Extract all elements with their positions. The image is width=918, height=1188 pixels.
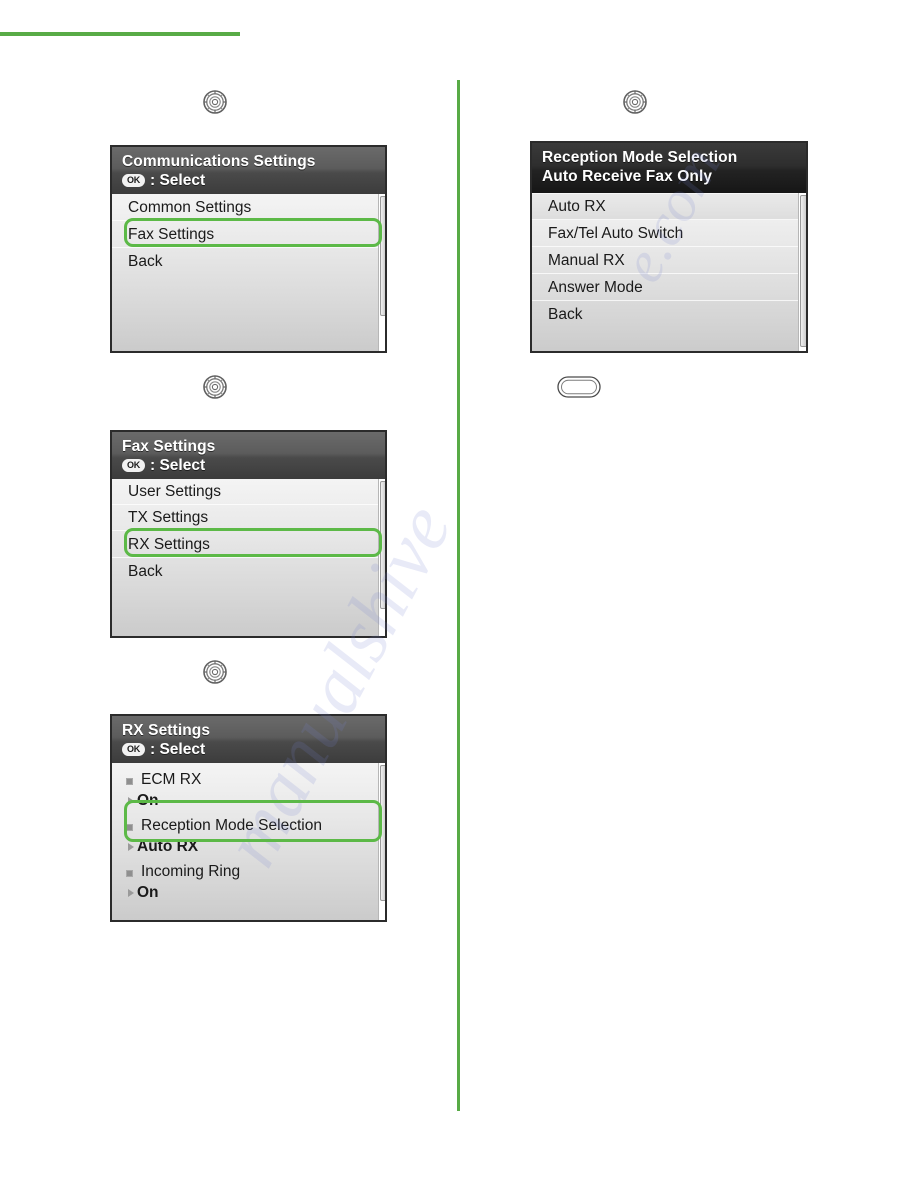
ok-key-icon: OK	[122, 174, 145, 187]
scroll-wheel-ok-icon	[623, 90, 647, 114]
scrollbar-thumb[interactable]	[380, 765, 385, 901]
lcd-header: Communications Settings OK : Select	[112, 147, 385, 194]
lcd-list: Common Settings Fax Settings Back Done	[112, 194, 385, 351]
lcd-header: Reception Mode Selection Auto Receive Fa…	[532, 143, 806, 193]
setting-item-value: On	[137, 792, 159, 809]
triangle-bullet-icon	[128, 797, 134, 805]
column-divider-rule	[457, 80, 460, 1111]
list-item[interactable]: RX Settings	[112, 531, 385, 558]
lcd-list: User Settings TX Settings RX Settings Ba…	[112, 479, 385, 636]
scrollbar-track[interactable]	[798, 193, 806, 351]
lcd-subtitle: Auto Receive Fax Only	[542, 168, 713, 185]
setting-item-value-row: On	[126, 883, 385, 903]
list-item-label: Back	[548, 305, 583, 323]
lcd-hint-label: : Select	[150, 172, 206, 189]
list-item-label: Fax/Tel Auto Switch	[548, 224, 684, 242]
list-item-label: User Settings	[128, 483, 222, 500]
list-item[interactable]: Manual RX	[532, 247, 806, 274]
list-item[interactable]: TX Settings	[112, 505, 385, 531]
setting-item-name: ECM RX	[141, 771, 202, 788]
list-item-label: Auto RX	[548, 197, 606, 215]
list-item-label: Common Settings	[128, 198, 252, 216]
scrollbar-track[interactable]	[378, 479, 385, 636]
list-item-label: TX Settings	[128, 509, 209, 526]
list-item-label: Manual RX	[548, 251, 625, 269]
scrollbar-thumb[interactable]	[380, 196, 385, 316]
lcd-title: Fax Settings	[122, 438, 216, 455]
lcd-list: ECM RX On Reception Mode Selection Auto …	[112, 763, 385, 920]
setting-item-value-row: Auto RX	[126, 837, 385, 857]
lcd-hint: OK : Select	[122, 171, 385, 190]
list-item-label: Back	[128, 252, 163, 270]
setting-item-name: Incoming Ring	[141, 863, 241, 880]
triangle-bullet-icon	[128, 843, 134, 851]
lcd-panel-reception-mode-selection: Reception Mode Selection Auto Receive Fa…	[530, 141, 808, 353]
scroll-wheel-ok-icon	[203, 660, 227, 684]
list-item-label: Back	[128, 562, 163, 580]
scrollbar-thumb[interactable]	[380, 481, 385, 609]
lcd-panel-rx-settings: RX Settings OK : Select ECM RX On Recept…	[110, 714, 387, 922]
triangle-bullet-icon	[128, 889, 134, 897]
ok-key-icon: OK	[122, 743, 145, 756]
lcd-hint: OK : Select	[122, 456, 385, 475]
lcd-hint: OK : Select	[122, 740, 385, 759]
scrollbar-track[interactable]	[378, 194, 385, 351]
lcd-title: Communications Settings	[122, 153, 316, 170]
setting-item-value: On	[137, 884, 159, 901]
scroll-wheel-ok-icon	[203, 90, 227, 114]
setting-item-name-row: ECM RX	[126, 769, 385, 791]
setting-item-name-row: Incoming Ring	[126, 861, 385, 883]
scrollbar-thumb[interactable]	[800, 195, 806, 347]
setting-item-name-row: Reception Mode Selection	[126, 815, 385, 837]
lcd-list: Auto RX Fax/Tel Auto Switch Manual RX An…	[532, 193, 806, 351]
square-bullet-icon	[126, 777, 133, 785]
list-item[interactable]: User Settings	[112, 479, 385, 505]
square-bullet-icon	[126, 869, 133, 877]
list-item[interactable]: Back	[112, 558, 385, 585]
lcd-title: Reception Mode Selection	[542, 149, 738, 166]
lcd-panel-fax-settings: Fax Settings OK : Select User Settings T…	[110, 430, 387, 638]
list-item[interactable]: Fax/Tel Auto Switch	[532, 220, 806, 247]
setting-item[interactable]: Incoming Ring On	[112, 857, 385, 903]
setting-item-name: Reception Mode Selection	[141, 817, 322, 834]
list-item-label: Answer Mode	[548, 278, 643, 296]
list-item-label: RX Settings	[128, 535, 210, 553]
list-item[interactable]: Back	[112, 248, 385, 275]
lcd-hint-label: : Select	[150, 457, 206, 474]
setting-item-value-row: On	[126, 791, 385, 811]
lcd-header: RX Settings OK : Select	[112, 716, 385, 763]
ok-key-icon: OK	[122, 459, 145, 472]
list-item[interactable]: Auto RX	[532, 193, 806, 220]
setting-item[interactable]: ECM RX On	[112, 763, 385, 811]
lcd-header: Fax Settings OK : Select	[112, 432, 385, 479]
setting-item[interactable]: Reception Mode Selection Auto RX	[112, 811, 385, 857]
top-accent-rule	[0, 32, 240, 36]
lcd-panel-communications-settings: Communications Settings OK : Select Comm…	[110, 145, 387, 353]
list-item[interactable]: Back	[532, 301, 806, 328]
list-item[interactable]: Answer Mode	[532, 274, 806, 301]
list-item[interactable]: Common Settings	[112, 194, 385, 221]
scrollbar-track[interactable]	[378, 763, 385, 920]
scroll-wheel-ok-icon	[203, 375, 227, 399]
lcd-title: RX Settings	[122, 722, 211, 739]
oval-key-icon	[557, 376, 601, 398]
lcd-hint-label: : Select	[150, 741, 206, 758]
list-item[interactable]: Fax Settings	[112, 221, 385, 248]
square-bullet-icon	[126, 823, 133, 831]
setting-item-value: Auto RX	[137, 838, 199, 855]
list-item-label: Fax Settings	[128, 225, 215, 243]
